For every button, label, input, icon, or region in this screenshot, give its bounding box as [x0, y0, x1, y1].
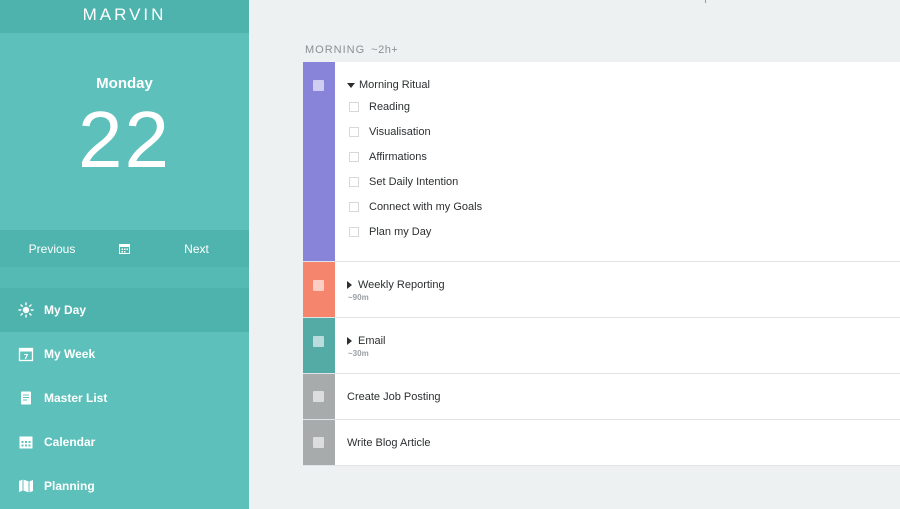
task-row[interactable]: Write Blog Article — [303, 420, 900, 466]
sidebar-item-my-week[interactable]: 7 My Week — [0, 332, 249, 376]
task-title: Morning Ritual — [359, 79, 430, 91]
sidebar-item-label: My Week — [44, 347, 96, 361]
task-title-row[interactable]: Weekly Reporting — [347, 279, 900, 291]
subtask-label: Visualisation — [369, 125, 431, 138]
subtask-item[interactable]: Plan my Day — [347, 219, 900, 244]
sidebar-item-label: My Day — [44, 303, 87, 317]
task-title-row[interactable]: Write Blog Article — [347, 437, 900, 449]
task-color-bar — [303, 262, 335, 317]
task-list: Morning Ritual Reading Visualisation Aff… — [303, 62, 900, 466]
task-title: Weekly Reporting — [358, 279, 445, 291]
section-estimate: ~2h+ — [371, 44, 399, 56]
date-navigation: Previous Next — [0, 230, 249, 267]
task-color-bar — [303, 62, 335, 261]
subtask-item[interactable]: Set Daily Intention — [347, 169, 900, 194]
weekday-label: Monday — [96, 75, 153, 92]
calendar-icon — [118, 244, 130, 254]
sun-icon — [18, 302, 34, 318]
task-row[interactable]: Email ~30m — [303, 318, 900, 374]
task-checkbox[interactable] — [313, 80, 324, 91]
task-checkbox[interactable] — [313, 437, 324, 448]
map-icon — [19, 479, 33, 493]
subtask-checkbox[interactable] — [349, 201, 359, 212]
subtask-label: Reading — [369, 100, 410, 113]
section-title: MORNING — [305, 44, 366, 56]
task-title-row[interactable]: Morning Ritual — [347, 79, 900, 91]
next-day-button[interactable]: Next — [144, 242, 249, 256]
subtask-checkbox[interactable] — [349, 101, 359, 112]
task-title: Email — [358, 335, 386, 347]
task-title: Create Job Posting — [347, 391, 441, 403]
task-row[interactable]: Morning Ritual Reading Visualisation Aff… — [303, 62, 900, 262]
subtask-checkbox[interactable] — [349, 226, 359, 237]
sidebar-item-label: Master List — [44, 391, 108, 405]
subtask-item[interactable]: Visualisation — [347, 119, 900, 144]
task-color-bar — [303, 374, 335, 419]
task-estimate: ~90m — [348, 293, 369, 302]
svg-text:7: 7 — [24, 353, 29, 361]
task-checkbox[interactable] — [313, 336, 324, 347]
task-title-row[interactable]: Create Job Posting — [347, 391, 900, 403]
date-picker-button[interactable] — [104, 243, 144, 254]
day-number: 22 — [78, 95, 171, 184]
previous-day-button[interactable]: Previous — [0, 242, 104, 256]
task-checkbox[interactable] — [313, 280, 324, 291]
date-display: Monday 22 — [0, 33, 249, 230]
app-logo: MARVIN — [0, 0, 249, 33]
task-checkbox[interactable] — [313, 391, 324, 402]
calendar-icon — [19, 436, 33, 449]
sidebar-item-planning[interactable]: Planning — [0, 464, 249, 508]
expand-caret-icon[interactable] — [347, 337, 352, 345]
subtask-checkbox[interactable] — [349, 126, 359, 137]
subtask-item[interactable]: Reading — [347, 94, 900, 119]
sidebar-item-master-list[interactable]: Master List — [0, 376, 249, 420]
task-title: Write Blog Article — [347, 437, 431, 449]
subtask-checkbox[interactable] — [349, 151, 359, 162]
task-color-bar — [303, 420, 335, 465]
scroll-indicator — [705, 0, 706, 3]
task-estimate: ~30m — [348, 349, 369, 358]
sidebar-item-label: Calendar — [44, 435, 96, 449]
subtask-item[interactable]: Affirmations — [347, 144, 900, 169]
sidebar-divider — [0, 267, 249, 288]
sidebar-item-label: Planning — [44, 479, 95, 493]
subtask-item[interactable]: Connect with my Goals — [347, 194, 900, 219]
section-header: MORNING ~2h+ — [305, 44, 398, 56]
sidebar: MARVIN Monday 22 Previous Next My Day 7 … — [0, 0, 249, 509]
collapse-caret-icon[interactable] — [347, 82, 355, 88]
task-row[interactable]: Weekly Reporting ~90m — [303, 262, 900, 318]
sidebar-item-calendar[interactable]: Calendar — [0, 420, 249, 464]
subtask-label: Set Daily Intention — [369, 175, 459, 188]
subtask-label: Connect with my Goals — [369, 200, 483, 213]
scroll-icon — [21, 391, 31, 405]
task-title-row[interactable]: Email — [347, 335, 900, 347]
subtask-label: Plan my Day — [369, 225, 432, 238]
task-color-bar — [303, 318, 335, 373]
expand-caret-icon[interactable] — [347, 281, 352, 289]
task-row[interactable]: Create Job Posting — [303, 374, 900, 420]
main-content: MORNING ~2h+ Morning Ritual Reading Visua… — [249, 0, 900, 509]
subtask-checkbox[interactable] — [349, 176, 359, 187]
sidebar-item-my-day[interactable]: My Day — [0, 288, 249, 332]
subtask-label: Affirmations — [369, 150, 427, 163]
calendar-week-icon: 7 — [18, 347, 34, 362]
